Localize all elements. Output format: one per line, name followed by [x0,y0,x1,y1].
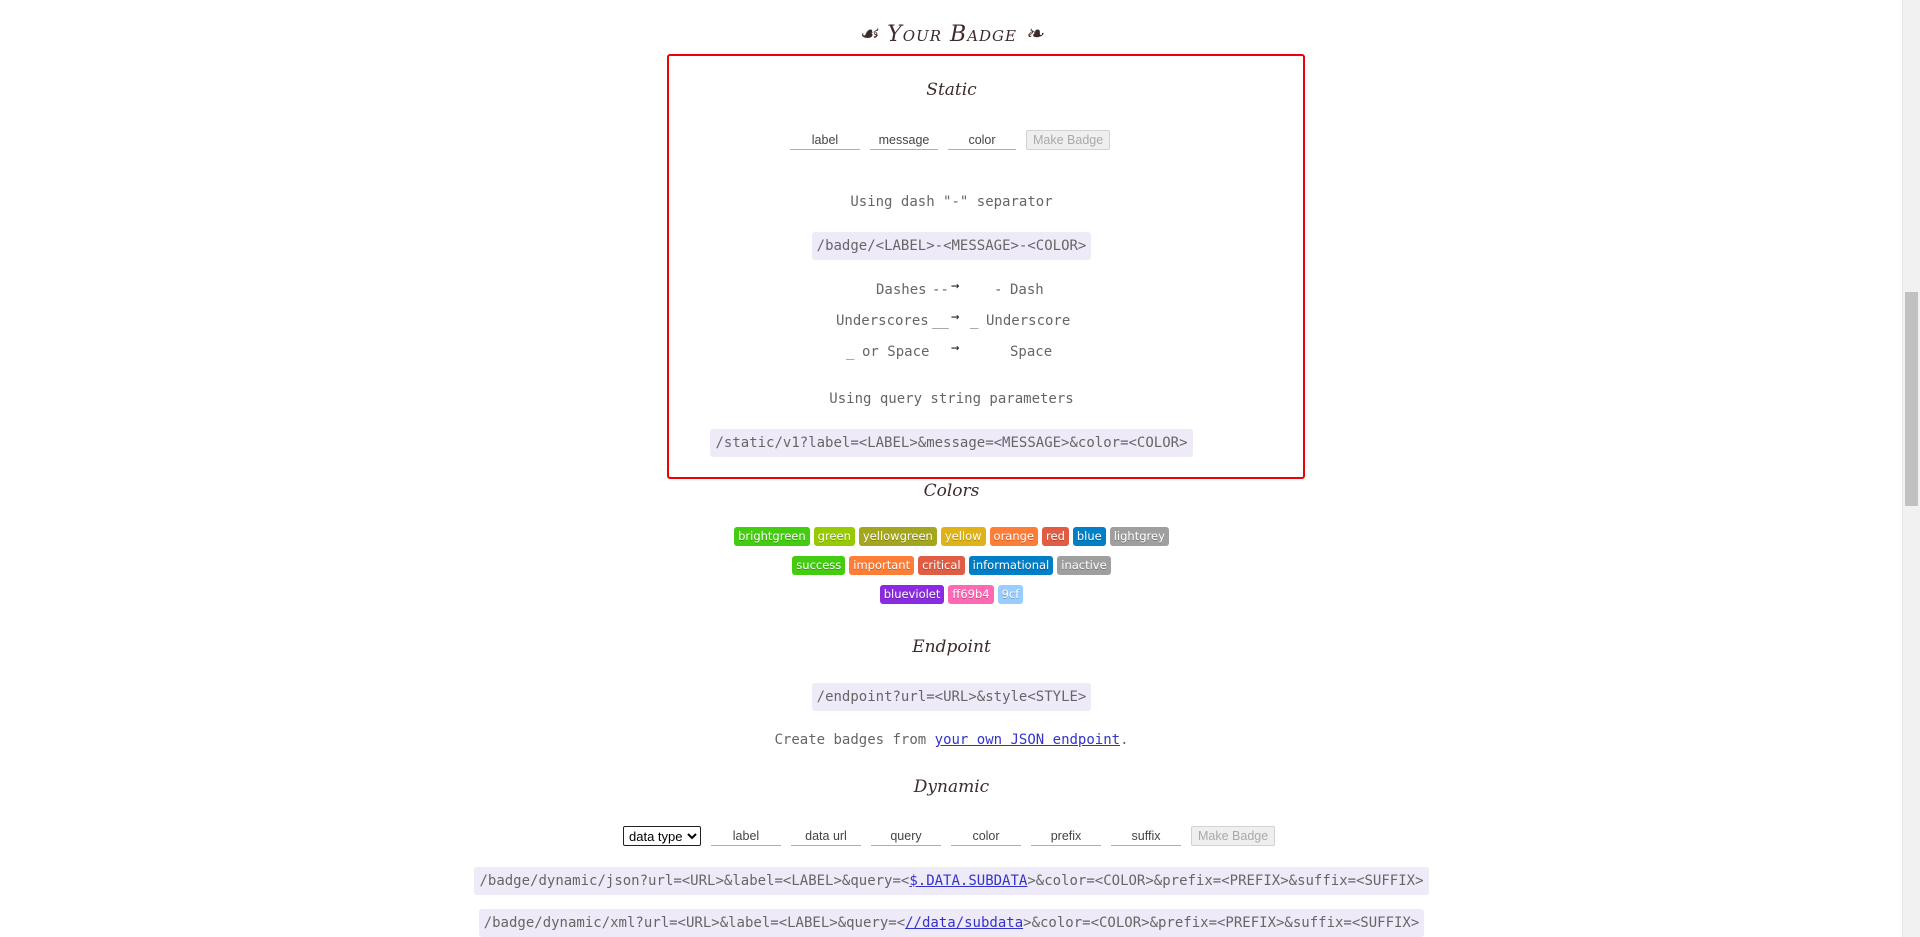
arrow-icon: → [951,278,960,294]
color-badge[interactable]: green [813,527,855,546]
code-text: /badge/dynamic/json?url=<URL>&label=<LAB… [479,873,910,889]
color-badge[interactable]: inactive [1057,556,1111,575]
dynamic-section-title: Dynamic [913,777,990,797]
color-badge[interactable]: success [792,556,846,575]
escape-from-code: _ [846,344,855,360]
colors-row-2: success important critical informational… [0,556,1903,575]
highlight-box [667,54,1305,479]
colors-row-3: blueviolet ff69b4 9cf [0,585,1903,604]
color-badge[interactable]: important [849,556,915,575]
dynamic-xml-wrap: /badge/dynamic/xml?url=<URL>&label=<LABE… [0,909,1903,937]
escape-from: or Space [862,344,930,360]
color-badge[interactable]: orange [989,527,1039,546]
color-badge[interactable]: ff69b4 [948,585,994,604]
color-badge[interactable]: yellow [940,527,986,546]
dynamic-json-code: /badge/dynamic/json?url=<URL>&label=<LAB… [474,867,1429,895]
escape-to: Underscore [986,313,1071,329]
static-color-input[interactable] [948,131,1016,150]
escape-from: Underscores [836,313,929,329]
query-path-wrap: /static/v1?label=<LABEL>&message=<MESSAG… [0,429,1903,457]
escape-to-code: _ [970,313,979,329]
dynamic-dataurl-input[interactable] [791,827,861,846]
dynamic-prefix-input[interactable] [1031,827,1101,846]
colors-row-1: brightgreen green yellowgreen yellow ora… [0,527,1903,546]
page-scrollbar[interactable] [1902,0,1920,937]
endpoint-path-wrap: /endpoint?url=<URL>&style<STYLE> [0,683,1903,711]
color-badge[interactable]: red [1042,527,1069,546]
color-badge[interactable]: blue [1072,527,1106,546]
arrow-icon: → [951,309,960,325]
color-badge[interactable]: 9cf [997,585,1024,604]
escape-from: Dashes [876,282,927,298]
color-badge[interactable]: critical [918,556,965,575]
escape-to: Dash [1010,282,1044,298]
endpoint-desc: Create badges from your own JSON endpoin… [0,732,1903,748]
dynamic-xml-code: /badge/dynamic/xml?url=<URL>&label=<LABE… [478,909,1425,937]
code-text: /badge/dynamic/xml?url=<URL>&label=<LABE… [483,915,906,931]
static-label-input[interactable] [790,131,860,150]
query-path-code: /static/v1?label=<LABEL>&message=<MESSAG… [710,429,1193,457]
jsonpath-link[interactable]: $.DATA.SUBDATA [909,873,1027,889]
colors-section-title: Colors [923,481,980,501]
dynamic-label-input[interactable] [711,827,781,846]
dash-path-code: /badge/<LABEL>-<MESSAGE>-<COLOR> [811,232,1092,260]
dynamic-make-badge-button[interactable]: Make Badge [1191,826,1276,846]
endpoint-path-code: /endpoint?url=<URL>&style<STYLE> [811,683,1092,711]
data-type-select[interactable]: data type [623,826,701,846]
dash-caption: Using dash "-" separator [850,194,1053,210]
static-section-title: Static [926,80,977,100]
static-form: Make Badge [790,130,1111,150]
ornament-right-icon: ❧ [1025,22,1045,47]
arrow-icon: → [951,340,960,356]
static-message-input[interactable] [870,131,938,150]
ornament-left-icon: ☙ [858,22,880,47]
query-caption: Using query string parameters [829,391,1074,407]
color-badge[interactable]: informational [968,556,1054,575]
xpath-link[interactable]: //data/subdata [905,915,1023,931]
static-make-badge-button[interactable]: Make Badge [1026,130,1111,150]
dynamic-suffix-input[interactable] [1111,827,1181,846]
color-badge[interactable]: yellowgreen [858,527,937,546]
endpoint-section-title: Endpoint [912,637,991,657]
dynamic-query-input[interactable] [871,827,941,846]
escape-row-dashes: Dashes -- → - Dash [0,278,1903,302]
escape-row-underscores: Underscores __ → _ Underscore [0,309,1903,333]
code-text: >&color=<COLOR>&prefix=<PREFIX>&suffix=<… [1023,915,1420,931]
dash-path-wrap: /badge/<LABEL>-<MESSAGE>-<COLOR> [0,232,1903,260]
page-title-text: Your Badge [887,22,1017,47]
color-badge[interactable]: lightgrey [1109,527,1169,546]
escape-code: -- [932,282,949,298]
code-text: >&color=<COLOR>&prefix=<PREFIX>&suffix=<… [1027,873,1424,889]
escape-to: Space [1010,344,1053,360]
escape-code: __ [932,313,949,329]
dynamic-json-wrap: /badge/dynamic/json?url=<URL>&label=<LAB… [0,867,1903,895]
dynamic-form: data type Make Badge [623,826,1276,846]
color-badge[interactable]: blueviolet [879,585,945,604]
scrollbar-thumb[interactable] [1905,292,1918,506]
escape-to-code: - [994,282,1003,298]
escape-row-space: _ or Space → Space [0,340,1903,364]
json-endpoint-link[interactable]: your own JSON endpoint [935,732,1120,748]
color-badge[interactable]: brightgreen [734,527,810,546]
endpoint-desc-suffix: . [1120,732,1129,748]
endpoint-desc-prefix: Create badges from [774,732,935,748]
page-title: ☙ Your Badge ❧ [0,22,1903,47]
dynamic-color-input[interactable] [951,827,1021,846]
